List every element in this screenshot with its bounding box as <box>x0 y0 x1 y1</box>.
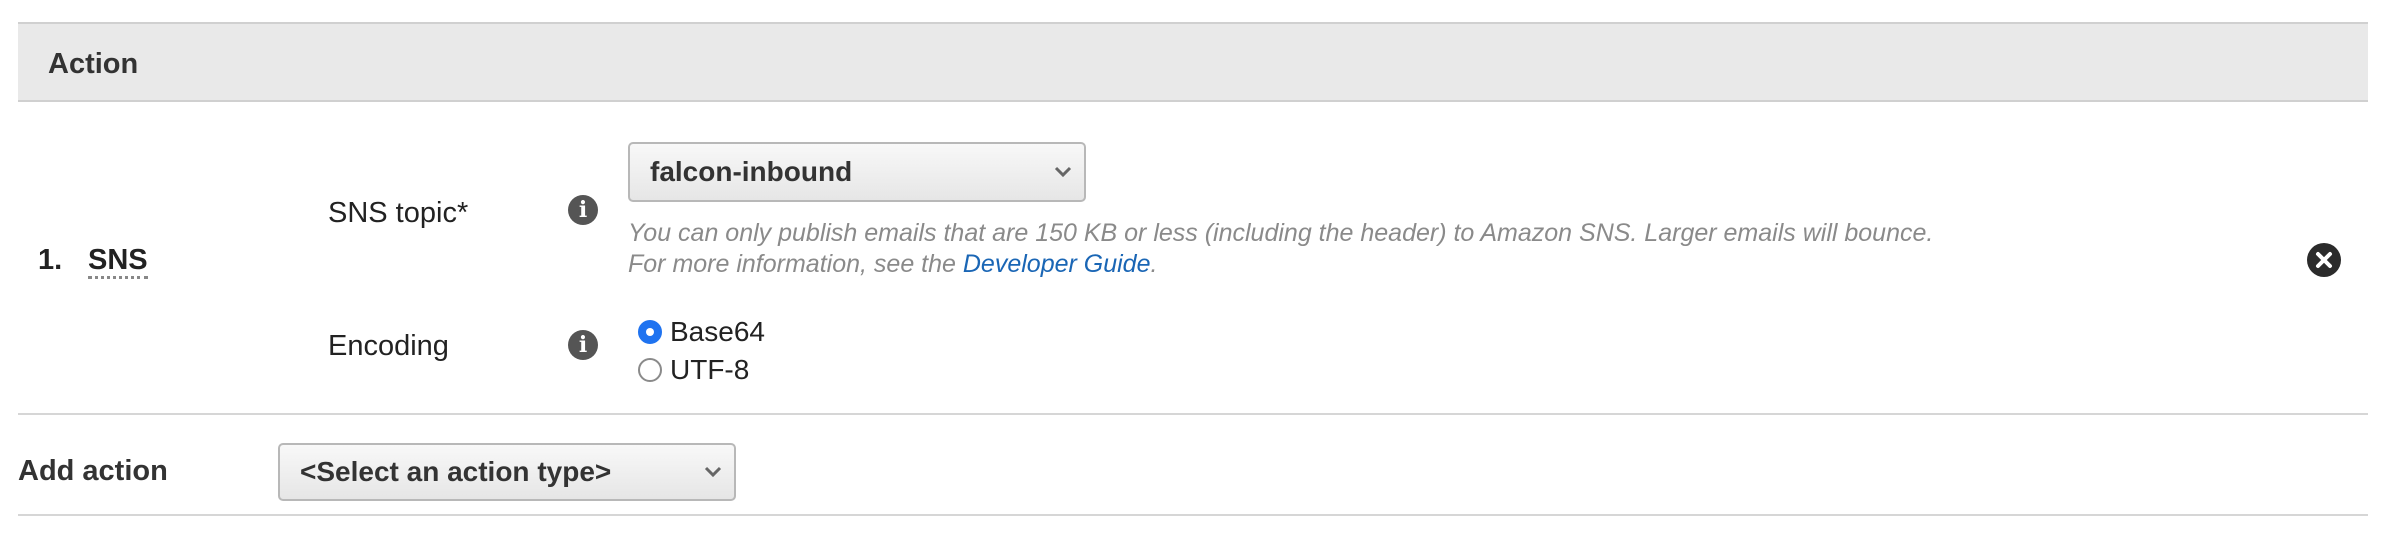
info-icon[interactable]: i <box>568 195 598 225</box>
sns-help-suffix: . <box>1150 250 1158 278</box>
developer-guide-link[interactable]: Developer Guide <box>963 250 1151 278</box>
sns-help-line1: You can only publish emails that are 150… <box>628 219 1934 247</box>
sns-help-text: You can only publish emails that are 150… <box>628 218 1933 280</box>
action-type-select[interactable]: <Select an action type> <box>278 443 736 501</box>
divider <box>18 413 2368 415</box>
action-type-placeholder: <Select an action type> <box>300 456 612 487</box>
section-title: Action <box>48 48 139 80</box>
sns-help-line2: For more information, see the Developer … <box>628 249 1933 280</box>
radio-utf8[interactable] <box>638 358 662 382</box>
chevron-down-icon <box>704 466 722 478</box>
add-action-label: Add action <box>18 455 168 487</box>
radio-option-base64[interactable]: Base64 <box>638 315 765 349</box>
sns-help-prefix: For more information, see the <box>628 250 956 278</box>
rule-type-sns[interactable]: SNS <box>88 244 148 279</box>
radio-option-utf8[interactable]: UTF-8 <box>638 353 765 387</box>
radio-label-utf8: UTF-8 <box>670 354 750 385</box>
chevron-down-icon <box>1054 166 1072 178</box>
section-header <box>18 22 2368 102</box>
divider <box>18 514 2368 516</box>
close-circle-icon[interactable] <box>2306 242 2342 278</box>
encoding-radio-group: Base64 UTF-8 <box>638 315 765 387</box>
sns-topic-label: SNS topic* <box>328 197 469 229</box>
radio-base64[interactable] <box>638 320 662 344</box>
sns-topic-select[interactable]: falcon-inbound <box>628 142 1086 202</box>
info-icon[interactable]: i <box>568 330 598 360</box>
radio-label-base64: Base64 <box>670 316 765 347</box>
rule-index: 1. <box>38 244 63 276</box>
encoding-label: Encoding <box>328 330 449 362</box>
sns-topic-selected: falcon-inbound <box>650 156 853 187</box>
